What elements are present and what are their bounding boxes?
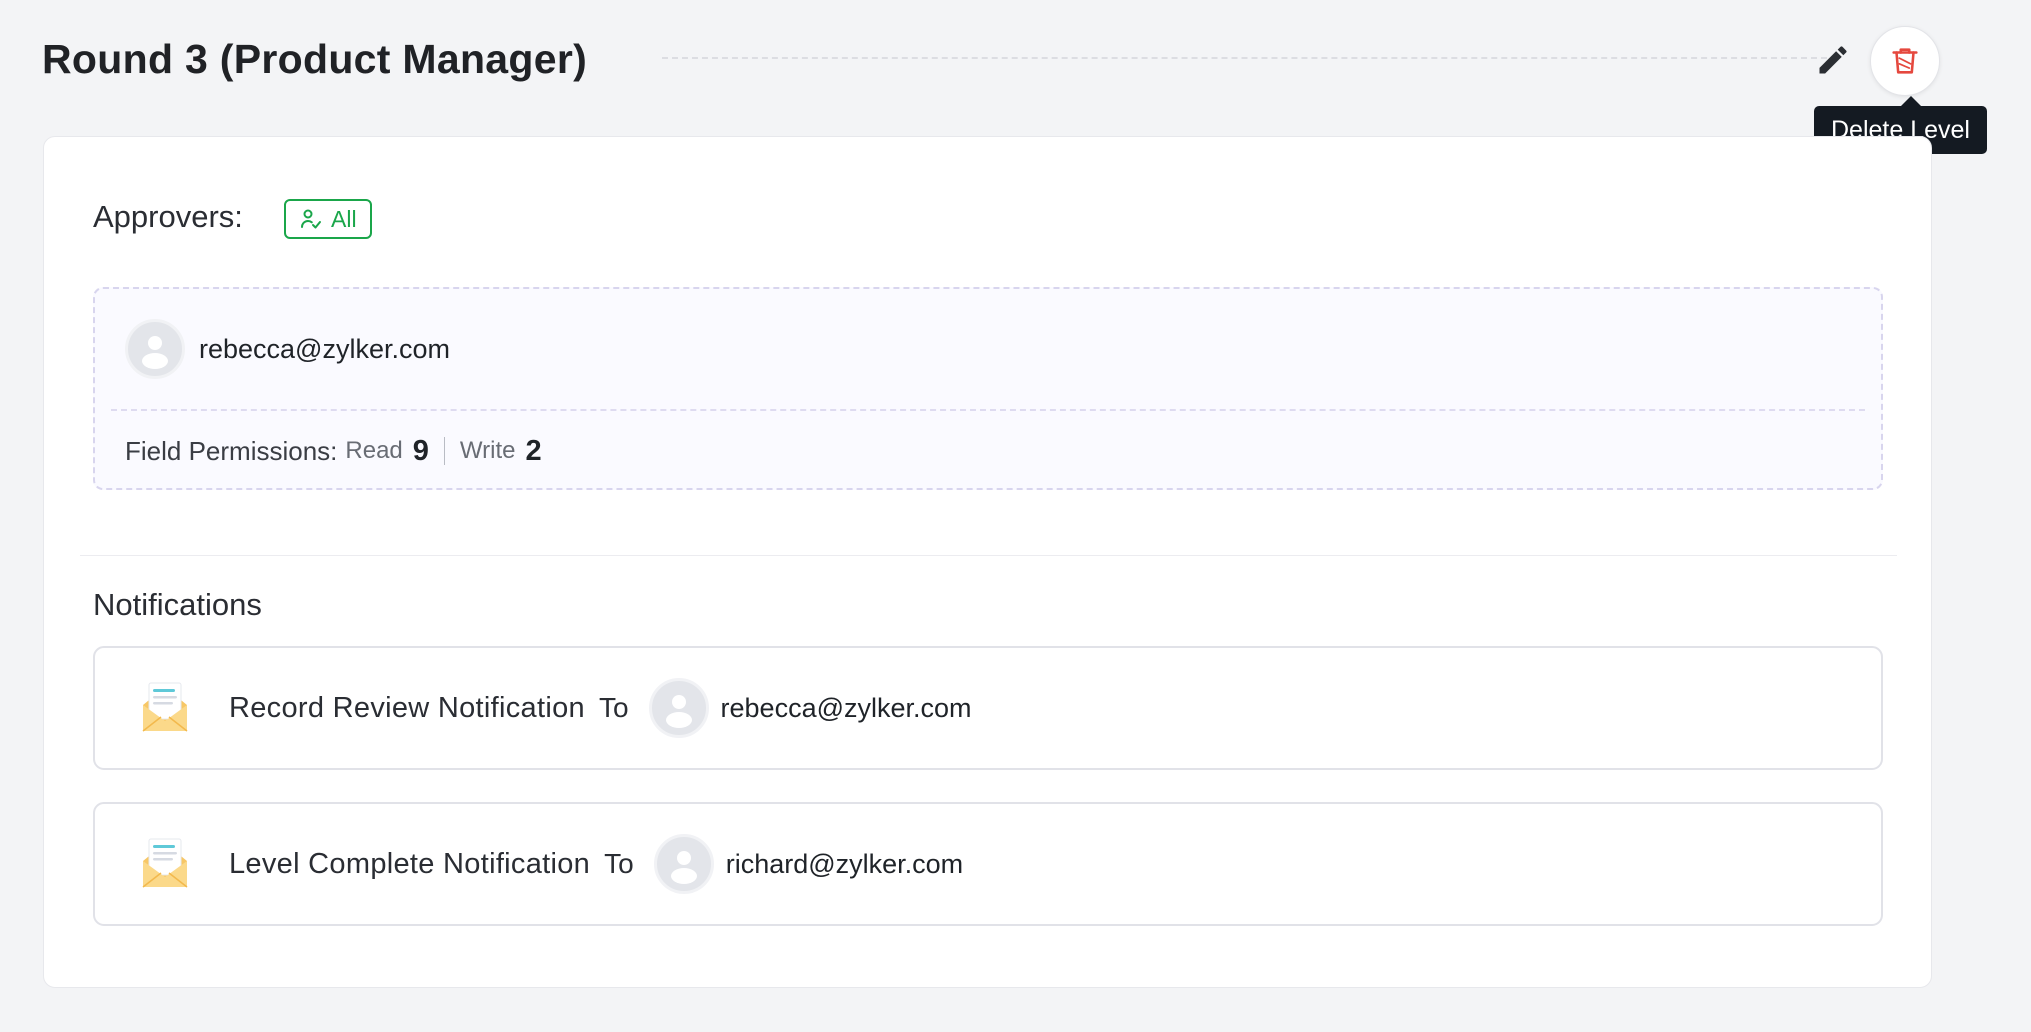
user-avatar-icon (142, 336, 168, 369)
trash-icon (1892, 48, 1918, 74)
approver-divider (111, 409, 1865, 411)
approvers-all-badge[interactable]: All (284, 199, 372, 239)
avatar (653, 834, 714, 894)
user-avatar-icon (670, 851, 697, 884)
write-label: Write (459, 437, 516, 464)
read-label: Read (345, 437, 403, 464)
edit-level-button[interactable] (1807, 34, 1859, 86)
section-divider (80, 555, 1897, 556)
notification-name: Level Complete Notification (229, 847, 591, 880)
field-permissions-label: Field Permissions: (125, 435, 338, 466)
avatar (648, 678, 709, 738)
notification-item[interactable]: Record Review Notification To rebecca@zy… (93, 646, 1883, 770)
user-avatar-icon (665, 695, 692, 728)
approver-row[interactable]: rebecca@zylker.com (125, 319, 450, 379)
approver-box: rebecca@zylker.com Field Permissions: Re… (93, 287, 1883, 490)
approver-email: rebecca@zylker.com (199, 333, 450, 364)
notification-item[interactable]: Level Complete Notification To richard@z… (93, 802, 1883, 926)
level-card: Approvers: All rebecca@zylker.com Field … (43, 136, 1932, 988)
header-divider (662, 57, 1827, 59)
read-count: 9 (412, 434, 429, 467)
notification-name: Record Review Notification (229, 691, 585, 724)
field-permissions[interactable]: Field Permissions: Read 9 Write 2 (125, 431, 542, 471)
open-envelope-icon (142, 682, 188, 732)
notification-recipient: rebecca@zylker.com (720, 692, 972, 723)
notification-to-label: To (598, 692, 629, 723)
open-envelope-icon (142, 838, 188, 888)
notifications-title: Notifications (93, 587, 262, 622)
notification-to-label: To (604, 848, 634, 879)
delete-level-button[interactable] (1870, 26, 1940, 96)
user-check-icon (301, 209, 321, 229)
avatar (125, 319, 185, 379)
approvers-label: Approvers: (93, 199, 243, 234)
level-header: Round 3 (Product Manager) (42, 26, 1942, 96)
permissions-separator (443, 437, 445, 465)
notification-recipient: richard@zylker.com (725, 848, 964, 879)
write-count: 2 (525, 434, 542, 467)
all-badge-label: All (331, 205, 357, 232)
pencil-icon (1819, 46, 1847, 74)
level-title: Round 3 (Product Manager) (42, 36, 588, 82)
